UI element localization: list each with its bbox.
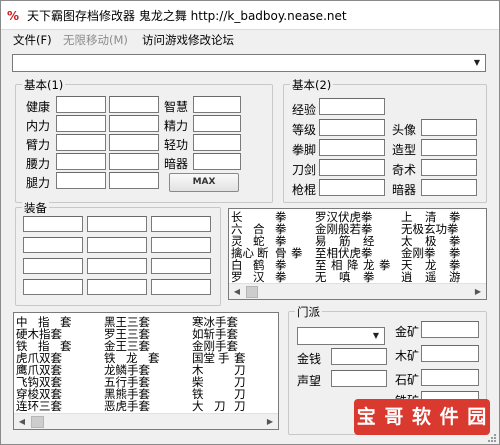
stat-label-model: 造型 <box>392 143 417 157</box>
stat-input-hidden-weapon[interactable] <box>193 153 241 170</box>
stone-ore-label: 石矿 <box>395 373 420 387</box>
stat-input-model[interactable] <box>421 139 477 156</box>
resize-grip-icon[interactable] <box>487 432 497 442</box>
scroll-right-icon[interactable]: ▶ <box>263 415 277 429</box>
window-title: 天下霸图存档修改器 鬼龙之舞 http://k_badboy.nease.net <box>27 9 347 23</box>
stat-input-internal-2[interactable] <box>109 115 159 132</box>
skills-list[interactable]: 长 拳 罗汉伏虎拳 上 清 拳 六 合 拳 金刚般若拳 无极玄功拳 灵 蛇 拳 … <box>228 208 487 300</box>
basic2-title: 基本(2) <box>290 77 334 93</box>
equip-slot-6[interactable] <box>151 237 211 253</box>
menu-file[interactable]: 文件(F) <box>13 32 52 48</box>
save-slot-dropdown[interactable]: ▼ <box>12 54 486 72</box>
scroll-left-icon[interactable]: ◀ <box>15 415 29 429</box>
basic1-title: 基本(1) <box>22 77 66 93</box>
gold-ore-label: 金矿 <box>395 325 420 339</box>
stat-label-spear: 枪棍 <box>292 183 317 197</box>
scroll-left-icon[interactable]: ◀ <box>230 285 244 299</box>
stat-label-waist: 腰力 <box>26 157 51 171</box>
stat-label-exp: 经验 <box>292 103 317 117</box>
equip-slot-12[interactable] <box>151 279 211 295</box>
stat-input-level[interactable] <box>319 119 385 136</box>
stat-input-energy[interactable] <box>193 115 241 132</box>
stat-label-lightness: 轻功 <box>164 138 189 152</box>
stat-input-lightness[interactable] <box>193 134 241 151</box>
scroll-thumb[interactable] <box>31 416 44 428</box>
title-bar: % 天下霸图存档修改器 鬼龙之舞 http://k_badboy.nease.n… <box>1 1 499 30</box>
stat-label-internal: 内力 <box>26 119 51 133</box>
scroll-right-icon[interactable]: ▶ <box>471 285 485 299</box>
chevron-down-icon[interactable]: ▼ <box>369 329 383 343</box>
equip-slot-8[interactable] <box>87 258 147 274</box>
main-window: % 天下霸图存档修改器 鬼龙之舞 http://k_badboy.nease.n… <box>0 0 500 445</box>
equip-slot-5[interactable] <box>87 237 147 253</box>
wood-ore-input[interactable] <box>421 345 479 362</box>
stat-input-wisdom[interactable] <box>193 96 241 113</box>
stat-input-arm[interactable] <box>56 134 106 151</box>
stat-label-wisdom: 智慧 <box>164 100 189 114</box>
prestige-input[interactable] <box>331 370 387 387</box>
prestige-label: 声望 <box>297 374 322 388</box>
stone-ore-input[interactable] <box>421 369 479 386</box>
skills-hscrollbar[interactable]: ◀ ▶ <box>229 283 486 299</box>
stat-input-health-2[interactable] <box>109 96 159 113</box>
weapons-list[interactable]: 中 指 套 黑王三套 寒冰手套 硬木指套 罗王三套 如斩手套 铁 指 套 金王三… <box>13 312 279 430</box>
gold-ore-input[interactable] <box>421 321 479 338</box>
app-icon: % <box>6 7 22 23</box>
stat-input-exp[interactable] <box>319 98 385 115</box>
weapons-hscrollbar[interactable]: ◀ ▶ <box>14 413 278 429</box>
stat-label-hidden-weapon: 暗器 <box>164 157 189 171</box>
sect-dropdown[interactable]: ▼ <box>297 327 385 345</box>
money-input[interactable] <box>331 348 387 365</box>
equip-slot-3[interactable] <box>151 216 211 232</box>
menu-infinite-move[interactable]: 无限移动(M) <box>63 32 128 48</box>
stat-input-leg[interactable] <box>56 172 106 189</box>
stat-input-leg-2[interactable] <box>109 172 159 189</box>
stat-input-fist[interactable] <box>319 139 385 156</box>
sect-title: 门派 <box>295 304 322 320</box>
stat-label-sword: 刀剑 <box>292 163 317 177</box>
stat-input-avatar[interactable] <box>421 119 477 136</box>
equip-slot-1[interactable] <box>23 216 83 232</box>
equip-slot-7[interactable] <box>23 258 83 274</box>
stat-input-arm-2[interactable] <box>109 134 159 151</box>
equip-title: 装备 <box>22 200 49 216</box>
stat-input-waist[interactable] <box>56 153 106 170</box>
stat-label-magic: 奇术 <box>392 163 417 177</box>
stat-input-spear[interactable] <box>319 179 385 196</box>
stat-label-leg: 腿力 <box>26 176 51 190</box>
money-label: 金钱 <box>297 352 322 366</box>
stat-input-waist-2[interactable] <box>109 153 159 170</box>
svg-text:%: % <box>7 9 19 23</box>
stat-input-internal[interactable] <box>56 115 106 132</box>
stat-label-arm: 臂力 <box>26 138 51 152</box>
stat-label-energy: 精力 <box>164 119 189 133</box>
watermark-text: 宝 哥 软 件 园 <box>356 406 488 428</box>
stat-input-sword[interactable] <box>319 159 385 176</box>
stat-input-magic[interactable] <box>421 159 477 176</box>
equip-slot-9[interactable] <box>151 258 211 274</box>
equip-slot-4[interactable] <box>23 237 83 253</box>
chevron-down-icon[interactable]: ▼ <box>470 56 484 70</box>
equip-slot-11[interactable] <box>87 279 147 295</box>
stat-label-level: 等级 <box>292 123 317 137</box>
stat-input-hidden-weapon-2[interactable] <box>421 179 477 196</box>
max-button[interactable]: MAX <box>169 173 239 192</box>
stat-label-fist: 拳脚 <box>292 143 317 157</box>
menu-bar: 文件(F) 无限移动(M) 访问游戏修改论坛 <box>1 30 499 50</box>
equip-slot-2[interactable] <box>87 216 147 232</box>
stat-label-hidden-weapon-2: 暗器 <box>392 183 417 197</box>
stat-label-avatar: 头像 <box>392 123 417 137</box>
stat-label-health: 健康 <box>26 100 51 114</box>
wood-ore-label: 木矿 <box>395 349 420 363</box>
equip-slot-10[interactable] <box>23 279 83 295</box>
menu-visit-forum[interactable]: 访问游戏修改论坛 <box>142 32 234 48</box>
scroll-thumb[interactable] <box>246 286 258 298</box>
site-watermark: 宝 哥 软 件 园 <box>354 399 490 435</box>
stat-input-health[interactable] <box>56 96 106 113</box>
